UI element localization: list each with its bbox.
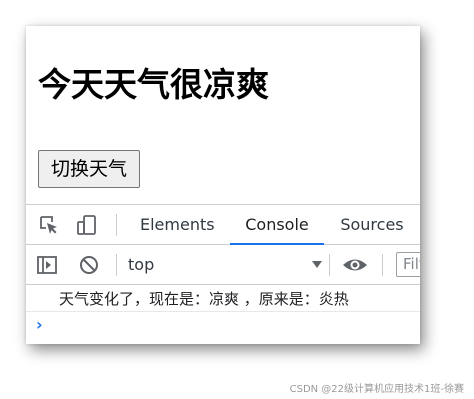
tabbar-separator <box>116 214 117 236</box>
devtools-tabbar: Elements Console Sources <box>26 205 420 245</box>
page-title: 今天天气很凉爽 <box>38 65 269 104</box>
context-selector-value: top <box>128 255 155 274</box>
live-expression-eye-icon[interactable] <box>342 254 368 276</box>
toolbar-separator <box>329 254 330 276</box>
device-toolbar-icon[interactable] <box>76 214 98 236</box>
console-toolbar: top Filt <box>26 245 420 285</box>
chevron-down-icon <box>312 261 322 268</box>
toolbar-separator <box>382 254 383 276</box>
tab-sources[interactable]: Sources <box>340 205 404 244</box>
console-message: 天气变化了，现在是：凉爽 ，原来是：炎热 <box>26 285 420 312</box>
tab-console[interactable]: Console <box>230 205 324 245</box>
toolbar-separator <box>116 254 117 276</box>
inspect-element-icon[interactable] <box>38 214 60 236</box>
page-content: 今天天气很凉爽 切换天气 <box>26 26 420 206</box>
console-sidebar-icon[interactable] <box>36 254 58 276</box>
tab-elements[interactable]: Elements <box>140 205 215 244</box>
browser-window: 今天天气很凉爽 切换天气 Elements Console Sources to… <box>26 26 420 344</box>
clear-console-icon[interactable] <box>78 254 100 276</box>
devtools-panel: Elements Console Sources top Fil 天气变化了，现… <box>26 204 420 344</box>
console-prompt-icon[interactable]: › <box>36 315 43 334</box>
watermark: CSDN @22级计算机应用技术1班-徐赛 <box>289 384 464 395</box>
switch-weather-button[interactable]: 切换天气 <box>38 150 141 188</box>
context-selector[interactable]: top <box>126 245 322 284</box>
console-filter-input[interactable]: Filt <box>396 252 420 277</box>
